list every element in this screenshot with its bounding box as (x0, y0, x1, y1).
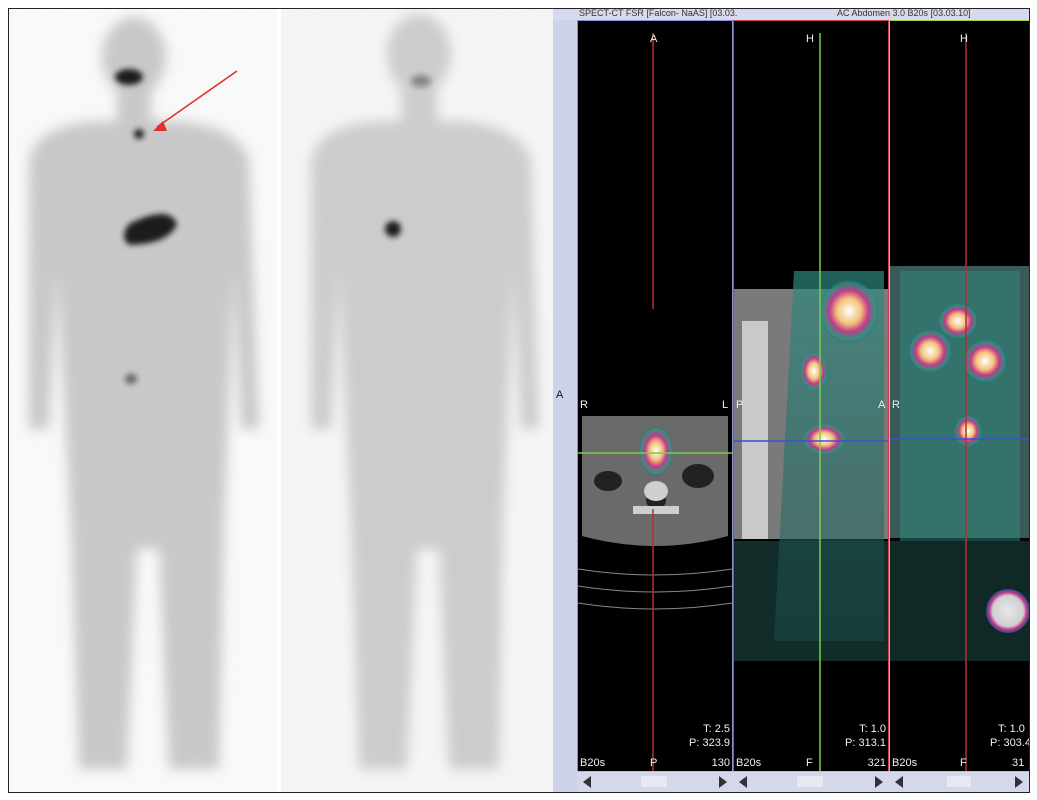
axial-p-value: P: 323.9 (689, 737, 730, 749)
axial-image (578, 33, 732, 773)
coronal-left-label: R (892, 399, 900, 411)
coronal-kernel: B20s (892, 757, 918, 769)
sagittal-top-label: H (806, 33, 814, 45)
coronal-t-value: T: 1.0 (998, 723, 1025, 735)
viewer-header: SPECT-CT FSR [Falcon- NaAS] [03.03. AC A… (553, 9, 1029, 20)
coronal-image (890, 33, 1029, 773)
axial-left-label: R (580, 399, 588, 411)
sagittal-left-label: P (736, 399, 744, 411)
coronal-panel[interactable]: H R A T: 1.0 P: 303.4 B20s F 31 (889, 20, 1030, 774)
planar-scan-posterior (281, 9, 553, 792)
axial-slice-number: 130 (711, 757, 730, 769)
sagittal-bottom-label: F (806, 757, 813, 769)
coronal-p-value: P: 303.4 (990, 737, 1030, 749)
sagittal-slice-number: 321 (867, 757, 886, 769)
coronal-slice-number: 31 (1012, 757, 1025, 769)
sagittal-t-value: T: 1.0 (859, 723, 886, 735)
axial-top-label: A (650, 33, 658, 45)
sagittal-scrollbar[interactable] (733, 771, 889, 792)
scroll-left-icon[interactable] (895, 776, 903, 788)
series-title-right: AC Abdomen 3.0 B20s [03.03.10] (837, 9, 971, 18)
outer-left-label: A (556, 389, 564, 401)
scroll-right-icon[interactable] (719, 776, 727, 788)
sagittal-image (734, 33, 888, 773)
series-title-left: SPECT-CT FSR [Falcon- NaAS] [03.03. (579, 9, 738, 18)
anterior-body-image (9, 9, 277, 792)
axial-bottom-label: P (650, 757, 658, 769)
scroll-left-icon[interactable] (739, 776, 747, 788)
scroll-thumb[interactable] (641, 776, 667, 787)
scroll-thumb[interactable] (947, 776, 971, 787)
scroll-thumb[interactable] (797, 776, 823, 787)
axial-scrollbar[interactable] (577, 771, 733, 792)
axial-right-label: L (722, 399, 729, 411)
sagittal-p-value: P: 313.1 (845, 737, 886, 749)
axial-t-value: T: 2.5 (703, 723, 730, 735)
posterior-body-image (281, 9, 553, 792)
coronal-bottom-label: F (960, 757, 967, 769)
planar-scan-anterior (9, 9, 277, 792)
scroll-left-icon[interactable] (583, 776, 591, 788)
coronal-top-label: H (960, 33, 968, 45)
figure-frame: SPECT-CT FSR [Falcon- NaAS] [03.03. AC A… (8, 8, 1030, 793)
axial-kernel: B20s (580, 757, 606, 769)
axial-panel[interactable]: A R L T: 2.5 P: 323.9 B20s P 130 (577, 20, 733, 774)
coronal-scrollbar[interactable] (889, 771, 1029, 792)
scroll-right-icon[interactable] (875, 776, 883, 788)
scroll-right-icon[interactable] (1015, 776, 1023, 788)
spect-ct-viewer: SPECT-CT FSR [Falcon- NaAS] [03.03. AC A… (553, 9, 1029, 792)
sagittal-panel[interactable]: H A P T: 1.0 P: 313.1 B20s F 321 (733, 20, 889, 774)
sagittal-right-label: A (878, 399, 886, 411)
sagittal-kernel: B20s (736, 757, 762, 769)
